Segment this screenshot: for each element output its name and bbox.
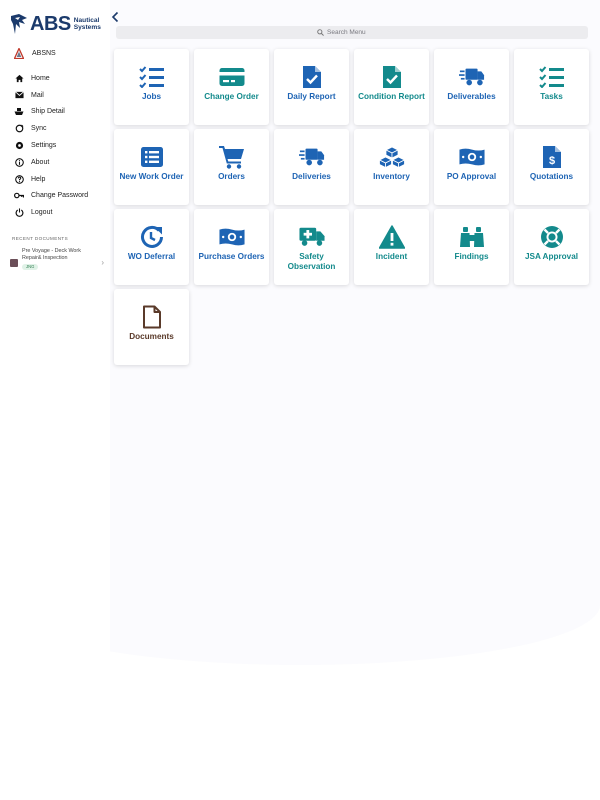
warning-icon [378,225,405,249]
money-icon [218,225,245,249]
tile-jobs[interactable]: Jobs [114,49,189,125]
nav-item-sync[interactable]: Sync [14,120,88,137]
ambulance-icon [298,225,325,249]
search-input[interactable] [327,29,387,36]
fast-truck-icon [458,65,485,89]
tile-label: Deliveries [292,172,331,181]
sidebar-nav: Home Mail Ship Detail Sync Settings Abou… [14,70,88,221]
tile-daily-report[interactable]: Daily Report [274,49,349,125]
tile-label: Documents [129,332,174,341]
nav-item-change-password[interactable]: Change Password [14,188,88,205]
mail-icon [14,90,24,100]
tile-safety-observation[interactable]: Safety Observation [274,209,349,285]
checklist-icon [538,65,565,89]
file-check-icon [299,65,325,89]
nav-item-settings[interactable]: Settings [14,137,88,154]
ship-icon [14,107,24,117]
chevron-left-icon [111,11,119,23]
document-icon [139,305,165,329]
nav-item-ship-detail[interactable]: Ship Detail [14,104,88,121]
tile-label: Inventory [373,172,410,181]
tile-label: Change Order [204,92,259,101]
chevron-right-icon: › [101,258,104,267]
tile-label: Jobs [141,92,162,101]
tile-purchase-orders[interactable]: Purchase Orders [194,209,269,285]
tile-label: Condition Report [358,92,425,101]
binoculars-icon [459,225,485,249]
collapse-sidebar-button[interactable] [111,10,121,24]
tile-label: Daily Report [287,92,336,101]
tile-label: Quotations [529,172,574,181]
checklist-icon [138,65,165,89]
power-icon [14,208,24,218]
abs-logo: ABS Nautical Systems [10,10,108,38]
fast-truck-icon [298,145,325,169]
nav-item-mail[interactable]: Mail [14,87,88,104]
recent-document-title: Pre Voyage - Deck Work Repair& Inspectio… [22,248,81,261]
tile-inventory[interactable]: Inventory [354,129,429,205]
tile-label: Orders [218,172,245,181]
tile-label: Tasks [540,92,563,101]
tile-label: New Work Order [119,172,184,181]
credit-card-icon [219,65,245,89]
cart-icon [218,145,245,169]
tile-label: Deliverables [447,92,496,101]
tile-documents[interactable]: Documents [114,289,189,365]
tile-orders[interactable]: Orders [194,129,269,205]
tile-label: Incident [375,252,408,261]
tile-label: Safety Observation [287,252,336,271]
brand-name: ABS [30,12,71,35]
info-icon [14,157,24,167]
tile-wo-deferral[interactable]: WO Deferral [114,209,189,285]
nav-item-about[interactable]: About [14,154,88,171]
recent-document-item[interactable]: Pre Voyage - Deck Work Repair& Inspectio… [10,248,106,276]
eagle-icon [11,14,27,34]
menu-grid: Jobs Change Order Daily Report Condition… [114,49,590,365]
sidebar: ABS Nautical Systems ABSNS Home Mail Shi… [0,0,110,800]
brand-subtitle: Nautical Systems [73,17,101,31]
search-icon [317,29,324,36]
tile-label: JSA Approval [524,252,579,261]
svg-text:$: $ [548,155,554,167]
tile-condition-report[interactable]: Condition Report [354,49,429,125]
tile-po-approval[interactable]: PO Approval [434,129,509,205]
tile-tasks[interactable]: Tasks [514,49,589,125]
lifering-icon [539,225,565,249]
tile-incident[interactable]: Incident [354,209,429,285]
tile-deliverables[interactable]: Deliverables [434,49,509,125]
tile-quotations[interactable]: $ Quotations [514,129,589,205]
money-icon [458,145,485,169]
tile-findings[interactable]: Findings [434,209,509,285]
tile-jsa-approval[interactable]: JSA Approval [514,209,589,285]
invoice-icon: $ [539,145,565,169]
home-icon [14,73,24,83]
file-check-icon [379,65,405,89]
search-bar[interactable] [116,26,588,39]
nav-item-help[interactable]: Help [14,171,88,188]
user-logo-icon [14,48,24,59]
tile-new-work-order[interactable]: New Work Order [114,129,189,205]
sync-icon [14,124,24,134]
tile-label: Findings [454,252,489,261]
clock-redo-icon [139,225,165,249]
recent-documents-heading: RECENT DOCUMENTS [12,236,69,241]
settings-icon [14,141,24,151]
tile-deliveries[interactable]: Deliveries [274,129,349,205]
tile-label: PO Approval [446,172,497,181]
tile-label: WO Deferral [127,252,176,261]
document-thumbnail-icon [10,259,18,267]
user-profile[interactable]: ABSNS [14,48,56,59]
tile-change-order[interactable]: Change Order [194,49,269,125]
key-icon [14,191,24,201]
nav-item-home[interactable]: Home [14,70,88,87]
status-badge: JNG [22,264,39,270]
tile-label: Purchase Orders [198,252,265,261]
boxes-icon [378,145,405,169]
user-name: ABSNS [32,50,56,57]
list-icon [139,145,165,169]
nav-item-logout[interactable]: Logout [14,204,88,221]
help-icon [14,174,24,184]
